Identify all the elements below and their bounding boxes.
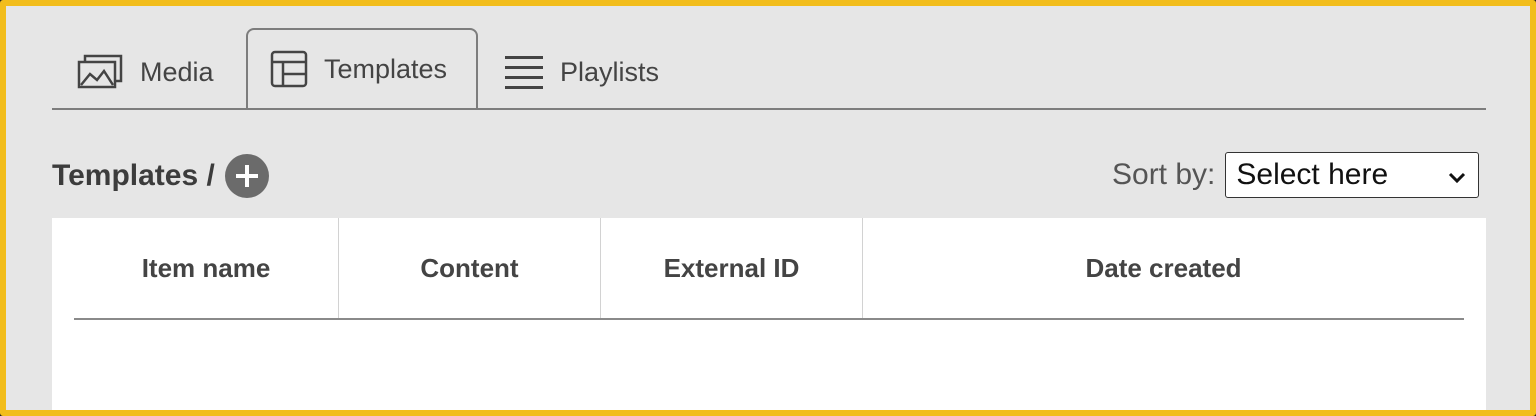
sort-label: Sort by: <box>1112 158 1216 191</box>
table-header: Item name Content External ID Date creat… <box>74 218 1464 320</box>
section-heading: Templates / <box>52 154 269 198</box>
column-header-date-created[interactable]: Date created <box>863 218 1464 318</box>
playlists-icon <box>504 54 544 90</box>
chevron-down-icon <box>1448 158 1466 192</box>
section-title: Templates / <box>52 159 215 192</box>
sort-control: Sort by: Select here <box>1112 150 1480 200</box>
tab-playlists[interactable]: Playlists <box>504 36 659 108</box>
tab-media[interactable]: Media <box>76 36 214 108</box>
add-template-button[interactable] <box>224 154 269 198</box>
tab-templates-label: Templates <box>324 53 448 84</box>
sort-select[interactable]: Select here <box>1225 152 1480 198</box>
tab-bar: Media Templates Playlists <box>52 28 1486 110</box>
column-header-external-id[interactable]: External ID <box>601 218 863 318</box>
column-header-content[interactable]: Content <box>339 218 601 318</box>
tab-media-label: Media <box>140 56 214 87</box>
media-icon <box>76 54 124 90</box>
tab-templates[interactable]: Templates <box>246 28 478 108</box>
plus-circle-icon <box>235 165 258 187</box>
templates-icon <box>270 50 308 88</box>
sort-selected-value: Select here <box>1236 158 1389 191</box>
tab-playlists-label: Playlists <box>560 56 660 87</box>
column-header-item-name[interactable]: Item name <box>74 218 339 318</box>
app-frame: Media Templates Playlists Templates / So… <box>0 0 1536 416</box>
templates-table: Item name Content External ID Date creat… <box>52 218 1486 410</box>
